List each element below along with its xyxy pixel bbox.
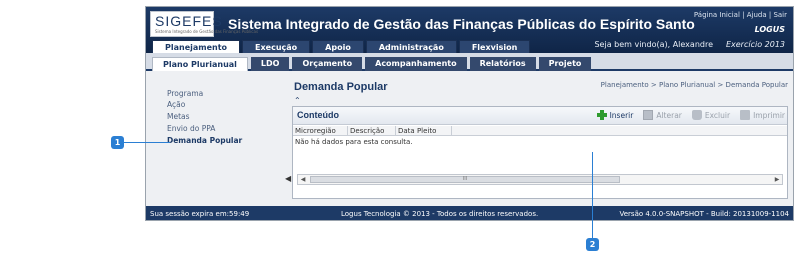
logo-text: SIGEFES — [155, 13, 223, 29]
subtab-acompanhamento[interactable]: Acompanhamento — [365, 57, 467, 71]
toolbar: Inserir Alterar Excluir Imprimir — [596, 110, 785, 120]
trash-icon — [691, 110, 702, 120]
empty-message: Não há dados para esta consulta. — [295, 138, 413, 146]
subtab-projeto[interactable]: Projeto — [538, 57, 592, 71]
tab-apoio[interactable]: Apoio — [312, 40, 364, 54]
tab-flexvision[interactable]: Flexvision — [458, 40, 531, 54]
logus-brand: LOGUS — [754, 25, 785, 34]
link-home[interactable]: Página Inicial — [694, 11, 740, 19]
column-header-data-pleito[interactable]: Data Pleito — [396, 126, 452, 136]
exercise-year: Exercício 2013 — [725, 40, 785, 49]
edit-label: Alterar — [656, 110, 682, 120]
system-title: Sistema Integrado de Gestão das Finanças… — [228, 16, 695, 32]
content-panel: Conteúdo Inserir Alterar Excluir Imprimi… — [292, 106, 788, 199]
delete-button[interactable]: Excluir — [691, 110, 731, 120]
callout-marker-1: 1 — [111, 136, 124, 149]
subtab-plano-plurianual[interactable]: Plano Plurianual — [152, 57, 248, 71]
printer-icon — [740, 110, 751, 120]
subtab-relatorios[interactable]: Relatórios — [469, 57, 536, 71]
callout-marker-2: 2 — [586, 238, 599, 251]
panel-title: Conteúdo — [297, 110, 339, 120]
breadcrumb: Planejamento > Plano Plurianual > Demand… — [600, 81, 788, 89]
edit-button[interactable]: Alterar — [643, 110, 682, 120]
top-bar: SIGEFES Sistema Integrado de Gestão das … — [146, 7, 793, 54]
link-help[interactable]: Ajuda — [747, 11, 767, 19]
horizontal-scrollbar[interactable]: ◀ III ▶ — [297, 174, 783, 185]
version-info: Versão 4.0.0-SNAPSHOT - Build: 20131009-… — [619, 210, 790, 218]
app-window: SIGEFES Sistema Integrado de Gestão das … — [145, 6, 794, 221]
main-tabs: Planejamento Execução Apoio Administraçã… — [152, 40, 531, 54]
welcome-text: Seja bem vindo(a), Alexandre — [594, 40, 713, 49]
column-header-microregiao[interactable]: Microregião — [293, 126, 348, 136]
scroll-left-icon[interactable]: ◀ — [298, 175, 308, 184]
grid-header: Microregião Descrição Data Pleito — [293, 126, 787, 136]
panel-header: Conteúdo Inserir Alterar Excluir Imprimi… — [293, 107, 787, 125]
sidebar-collapse-icon[interactable]: ◀ — [285, 174, 291, 183]
insert-button[interactable]: Inserir — [596, 110, 634, 120]
sidebar-item-programa[interactable]: Programa — [167, 89, 203, 98]
sub-tabs: Plano Plurianual LDO Orçamento Acompanha… — [152, 57, 592, 71]
sidebar-item-demanda-popular[interactable]: Demanda Popular — [167, 136, 242, 145]
top-links: Página Inicial | Ajuda | Sair — [693, 11, 787, 19]
chevron-up-icon[interactable]: ⌃ — [294, 96, 301, 105]
delete-label: Excluir — [704, 110, 731, 120]
sidebar: Programa Ação Metas Envio do PPA Demanda… — [146, 73, 281, 199]
tab-planejamento[interactable]: Planejamento — [152, 40, 241, 54]
sigefes-logo: SIGEFES Sistema Integrado de Gestão das … — [150, 11, 258, 37]
main-content: Demanda Popular Planejamento > Plano Plu… — [292, 79, 788, 199]
print-label: Imprimir — [753, 110, 785, 120]
sidebar-item-metas[interactable]: Metas — [167, 112, 190, 121]
tab-execucao[interactable]: Execução — [242, 40, 311, 54]
link-logout[interactable]: Sair — [773, 11, 787, 19]
edit-icon — [643, 110, 654, 120]
print-button[interactable]: Imprimir — [740, 110, 785, 120]
scroll-thumb[interactable]: III — [310, 176, 620, 183]
sub-tab-bar: Plano Plurianual LDO Orçamento Acompanha… — [146, 53, 793, 71]
callout-line-1 — [124, 142, 170, 143]
session-timer: Sua sessão expira em:59:49 — [150, 210, 250, 218]
scroll-right-icon[interactable]: ▶ — [772, 175, 782, 184]
page-title: Demanda Popular — [294, 81, 388, 93]
sidebar-item-acao[interactable]: Ação — [167, 100, 185, 109]
plus-icon — [596, 110, 607, 120]
insert-label: Inserir — [609, 110, 634, 120]
subtab-ldo[interactable]: LDO — [250, 57, 290, 71]
sidebar-item-envio-ppa[interactable]: Envio do PPA — [167, 124, 215, 133]
copyright: Logus Tecnologia © 2013 - Todos os direi… — [341, 210, 539, 218]
footer: Sua sessão expira em:59:49 Logus Tecnolo… — [146, 206, 793, 220]
column-header-descricao[interactable]: Descrição — [348, 126, 396, 136]
tab-administracao[interactable]: Administração — [365, 40, 457, 54]
subtab-orcamento[interactable]: Orçamento — [292, 57, 363, 71]
callout-line-2 — [592, 152, 593, 240]
